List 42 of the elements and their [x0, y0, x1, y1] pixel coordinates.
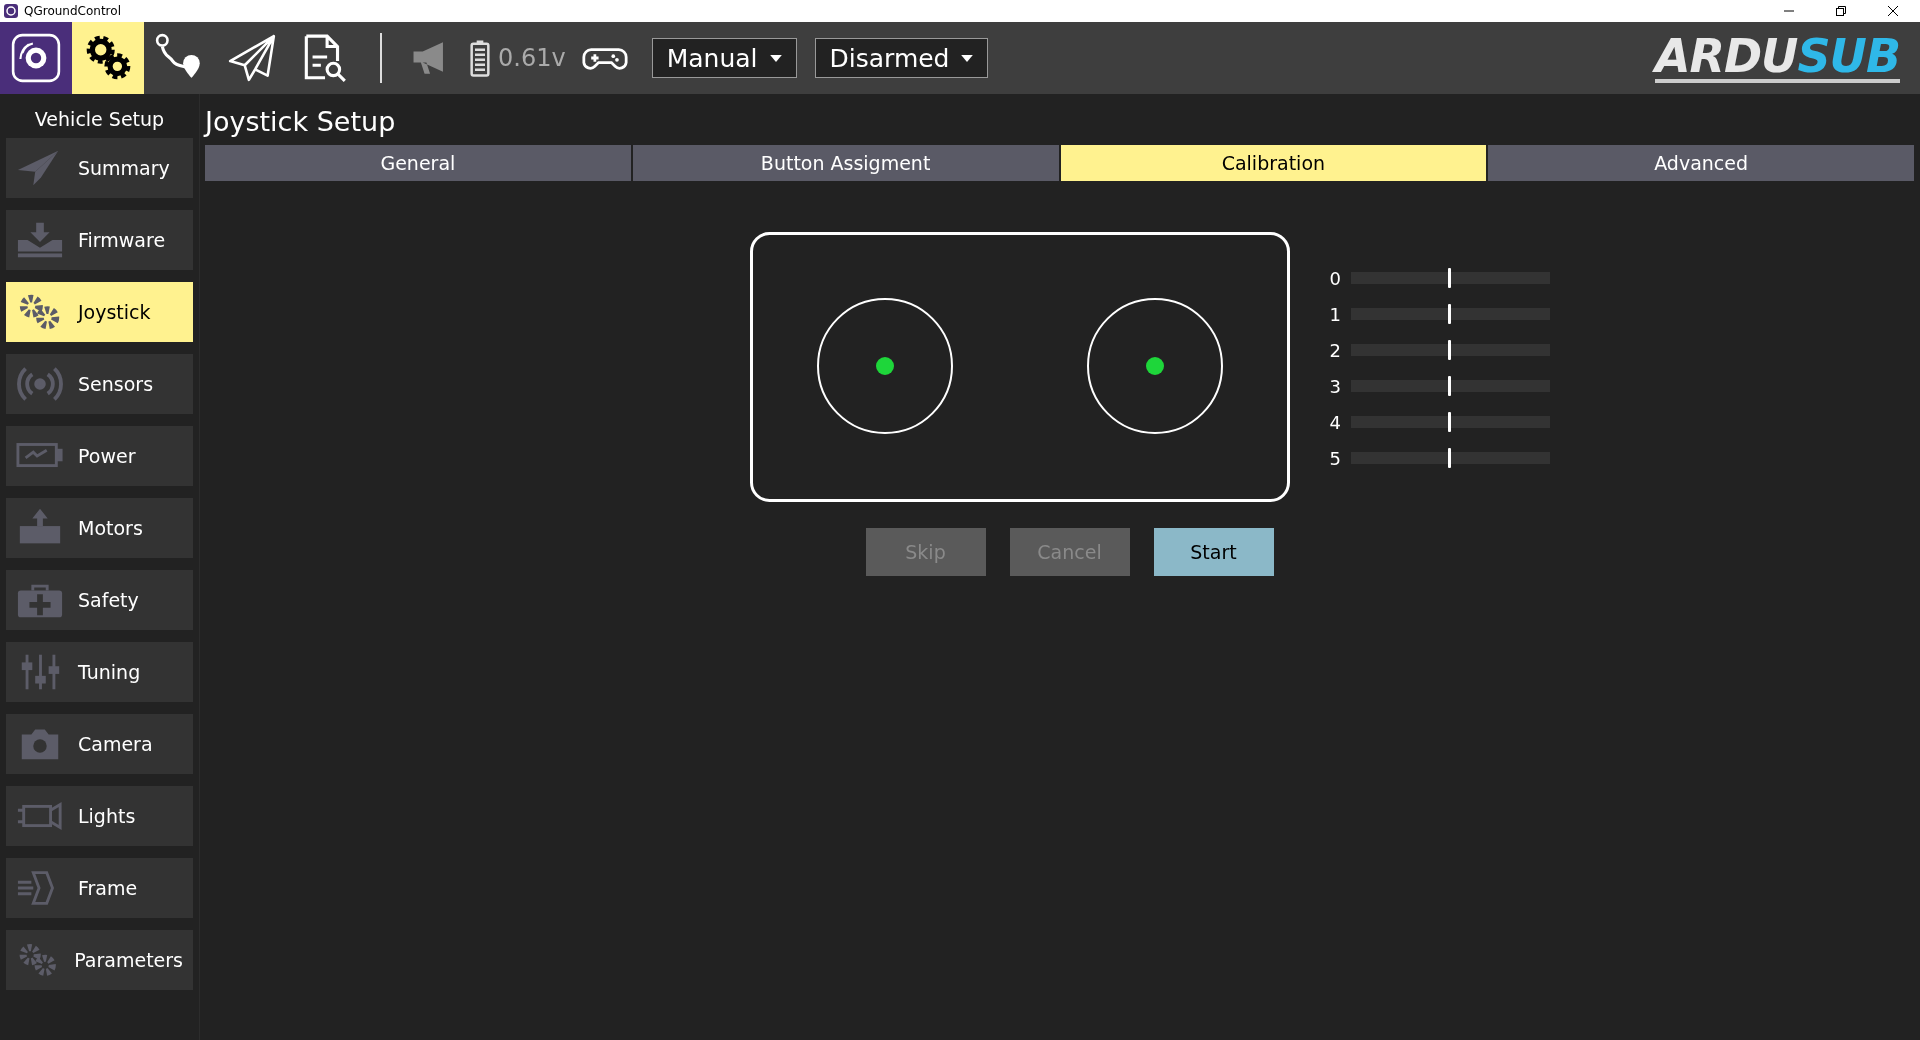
axis-label: 5: [1329, 447, 1342, 469]
tab[interactable]: Button Assigment: [632, 145, 1059, 181]
signal-waves-icon: [16, 364, 64, 404]
tab[interactable]: Calibration: [1060, 145, 1487, 181]
sidebar-item[interactable]: Frame: [6, 858, 193, 918]
toolbar-view-button[interactable]: [0, 22, 72, 94]
axis-label: 1: [1329, 303, 1342, 325]
sidebar-item[interactable]: Motors: [6, 498, 193, 558]
axis-label: 3: [1329, 375, 1342, 397]
sidebar-item[interactable]: Lights: [6, 786, 193, 846]
axis-label: 2: [1329, 339, 1342, 361]
arm-state-dropdown[interactable]: Disarmed: [814, 38, 989, 78]
sidebar-item[interactable]: Power: [6, 426, 193, 486]
battery-voltage: 0.61v: [498, 44, 566, 72]
window-title: QGroundControl: [24, 4, 121, 18]
app-icon: [4, 4, 18, 18]
sidebar-item[interactable]: Firmware: [6, 210, 193, 270]
close-icon[interactable]: [1887, 5, 1899, 17]
tab[interactable]: General: [205, 145, 631, 181]
sidebar-item[interactable]: Tuning: [6, 642, 193, 702]
sidebar-item[interactable]: Sensors: [6, 354, 193, 414]
download-tray-icon: [16, 220, 64, 260]
axis-label: 4: [1329, 411, 1342, 433]
sidebar-item[interactable]: Parameters: [6, 930, 193, 990]
sidebar-title: Vehicle Setup: [33, 107, 166, 130]
brand-logo: ARDUSUB: [1654, 33, 1900, 83]
battery-icon: [470, 39, 490, 77]
flight-mode-dropdown[interactable]: Manual: [651, 38, 797, 78]
restore-icon[interactable]: [1835, 5, 1847, 17]
tab[interactable]: Advanced: [1488, 145, 1914, 181]
caret-icon: [769, 54, 782, 62]
page-title: Joystick Setup: [205, 105, 397, 139]
sidebar-item[interactable]: Safety: [6, 570, 193, 630]
paper-plane-icon: [226, 32, 278, 84]
axis-label: 0: [1329, 267, 1342, 289]
sidebar-item[interactable]: Camera: [6, 714, 193, 774]
toolbar-view-button[interactable]: [72, 22, 144, 94]
sidebar-item[interactable]: Summary: [6, 138, 193, 198]
sidebar-item[interactable]: Joystick: [6, 282, 193, 342]
calibration-button[interactable]: Start: [1153, 528, 1274, 576]
caret-icon: [961, 54, 974, 62]
app-logo-icon: [10, 32, 62, 84]
